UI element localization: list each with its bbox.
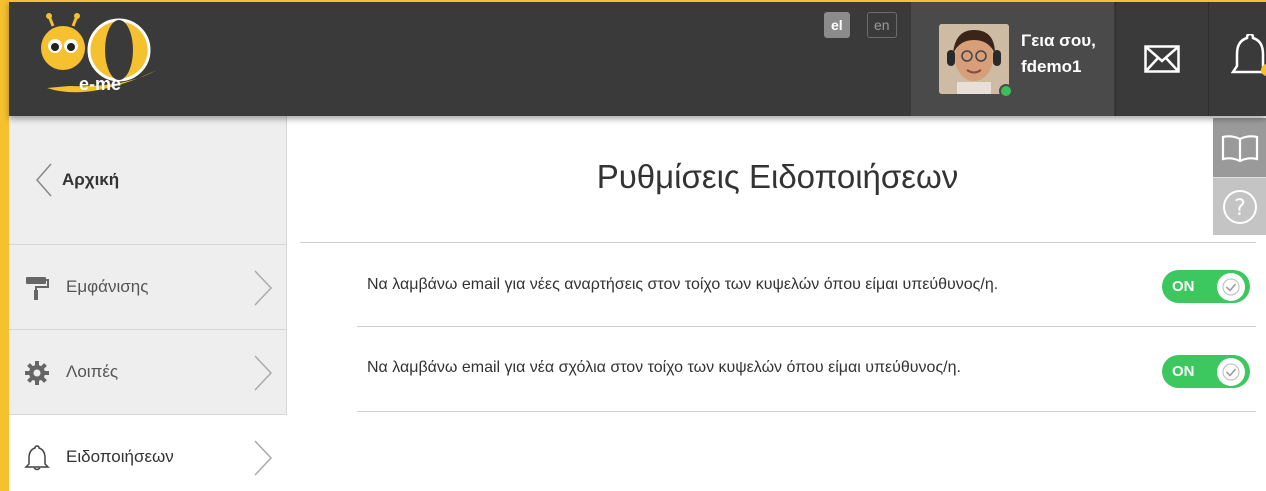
e-me-logo[interactable]: e-me [29, 10, 169, 98]
bell-icon [1231, 34, 1266, 76]
sidebar-home-label: Αρχική [62, 170, 120, 189]
accent-strip [0, 0, 9, 491]
chevron-right-icon [254, 270, 273, 306]
chevron-right-icon [254, 440, 273, 476]
chevron-right-icon [254, 355, 273, 391]
sidebar-item-appearance[interactable]: Εμφάνισης [9, 244, 287, 329]
sidebar-item-label: Λοιπές [66, 362, 119, 381]
email-comments-toggle[interactable]: ON [1162, 355, 1250, 388]
toggle-state-label: ON [1172, 278, 1195, 295]
page-title: Ρυθμίσεις Ειδοποιήσεων [596, 158, 959, 195]
check-icon [1222, 278, 1240, 296]
sidebar-item-label: Ειδοποιήσεων [66, 447, 174, 466]
toggle-knob [1217, 358, 1245, 386]
setting-row: Να λαμβάνω email για νέες αναρτήσεις στο… [357, 243, 1256, 327]
avatar-image-icon [939, 24, 1009, 94]
logo-text: e-me [79, 74, 122, 94]
user-menu[interactable]: Γεια σου, fdemo1 [911, 2, 1114, 116]
setting-description: Να λαμβάνω email για νέα σχόλια στον τοί… [367, 359, 961, 376]
sidebar-item-home[interactable]: Αρχική [9, 116, 287, 244]
check-icon [1222, 363, 1240, 381]
sidebar-item-other[interactable]: Λοιπές [9, 329, 287, 414]
settings-sidebar: Αρχική Εμφάνισης Λοιπές Ειδοποιήσεων [9, 116, 287, 491]
paint-roller-icon [26, 277, 49, 300]
chevron-left-icon [36, 163, 52, 197]
sidebar-item-notifications[interactable]: Ειδοποιήσεων [9, 414, 287, 491]
email-posts-toggle[interactable]: ON [1162, 270, 1250, 303]
lang-en-button[interactable]: en [867, 12, 897, 38]
top-header: e-me el en Γεια σου, fdemo1 [9, 0, 1266, 116]
setting-row: Να λαμβάνω email για νέα σχόλια στον τοί… [357, 328, 1256, 412]
gear-icon [25, 361, 49, 385]
user-greeting: Γεια σου, fdemo1 [1021, 28, 1096, 80]
toggle-state-label: ON [1172, 363, 1195, 380]
bell-icon [24, 445, 50, 471]
notifications-button[interactable] [1208, 2, 1266, 116]
svg-text:?: ? [1234, 196, 1246, 221]
avatar [939, 24, 1009, 94]
setting-description: Να λαμβάνω email για νέες αναρτήσεις στο… [367, 276, 999, 293]
mail-button[interactable] [1115, 2, 1207, 116]
online-status-dot [999, 84, 1013, 98]
greeting-text: Γεια σου, [1021, 31, 1096, 50]
envelope-icon [1143, 45, 1180, 73]
username: fdemo1 [1021, 57, 1082, 76]
sidebar-item-label: Εμφάνισης [66, 277, 149, 296]
toggle-knob [1217, 273, 1245, 301]
manual-button[interactable] [1213, 118, 1266, 177]
lang-el-button[interactable]: el [824, 12, 850, 38]
book-icon [1221, 134, 1258, 162]
